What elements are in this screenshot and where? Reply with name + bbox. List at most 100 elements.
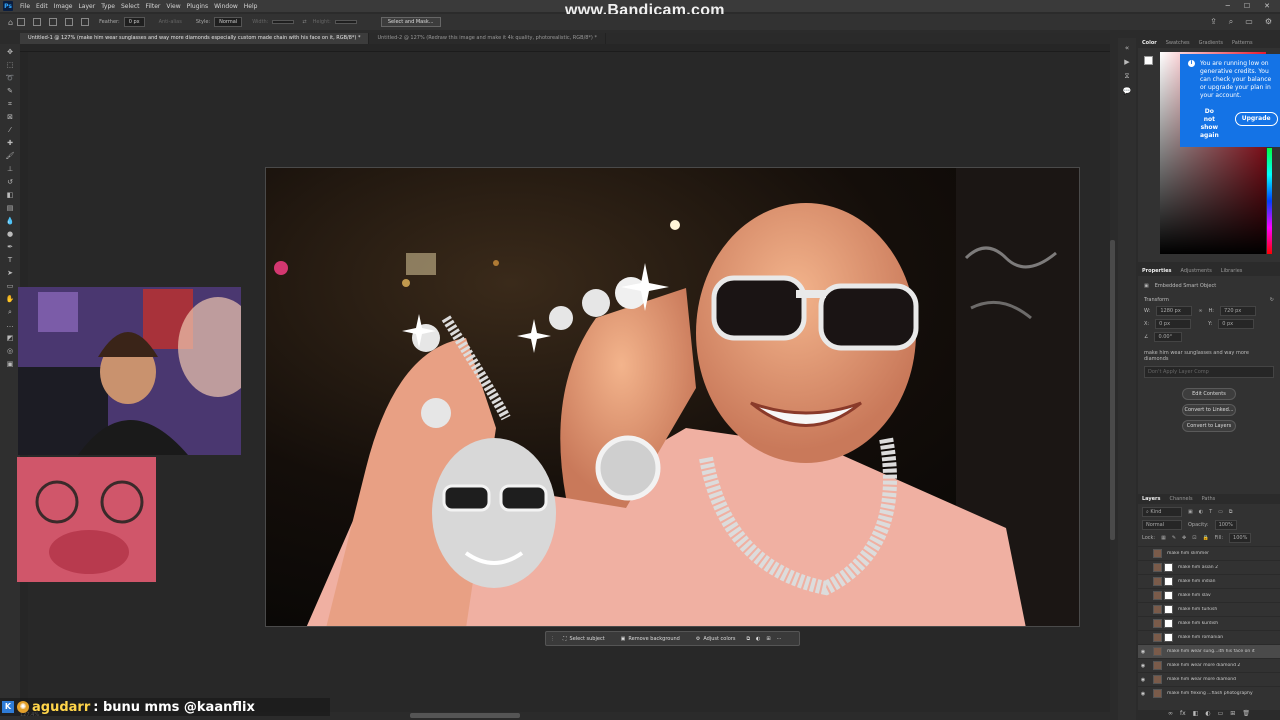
new-selection-icon[interactable] (33, 18, 42, 26)
eye-icon[interactable]: ◉ (1138, 663, 1148, 669)
menu-view[interactable]: View (163, 3, 183, 10)
more-tools-icon[interactable]: … (6, 321, 15, 330)
horizontal-scrollbar[interactable] (410, 713, 520, 718)
eye-icon[interactable]: ◉ (1138, 649, 1148, 655)
maximize-icon[interactable]: ☐ (1244, 2, 1250, 10)
convert-to-linked-button[interactable]: Convert to Linked... (1182, 404, 1236, 416)
adjustment-layer-icon[interactable]: ◐ (1205, 710, 1210, 720)
tab-patterns[interactable]: Patterns (1232, 40, 1253, 46)
style-select[interactable]: Normal (214, 17, 243, 27)
path-select-tool-icon[interactable]: ➤ (6, 269, 15, 278)
add-selection-icon[interactable] (49, 18, 58, 26)
tab-color[interactable]: Color (1142, 40, 1157, 46)
transform-icon[interactable]: ⧉ (743, 636, 753, 642)
workspace-icon[interactable]: ▭ (1245, 17, 1253, 27)
antialias-checkbox[interactable]: Anti-alias (159, 19, 182, 25)
layer-style-icon[interactable]: fx (1180, 710, 1186, 720)
height-field[interactable]: 720 px (1219, 306, 1256, 316)
lock-pixels-icon[interactable]: ▦ (1161, 535, 1166, 541)
tab-channels[interactable]: Channels (1170, 496, 1193, 502)
color-swatches-icon[interactable]: ◩ (6, 334, 15, 343)
menu-edit[interactable]: Edit (33, 3, 51, 10)
settings-icon[interactable]: ⚙ (1265, 17, 1272, 27)
lock-artboard-icon[interactable]: ⊡ (1192, 535, 1196, 541)
width-input[interactable] (272, 20, 295, 24)
delete-layer-icon[interactable]: 🗑 (1242, 710, 1250, 720)
layer-row[interactable]: make him slimmer (1138, 546, 1280, 560)
edit-contents-button[interactable]: Edit Contents (1182, 388, 1236, 400)
tab-libraries[interactable]: Libraries (1221, 268, 1243, 274)
tab-adjustments[interactable]: Adjustments (1180, 268, 1211, 274)
tab-untitled-1[interactable]: Untitled-1 @ 127% (make him wear sunglas… (20, 33, 370, 44)
drag-handle-icon[interactable]: ⋮ (546, 636, 555, 642)
new-layer-icon[interactable]: ⊞ (1230, 710, 1235, 720)
select-subject-button[interactable]: ⛶ Select subject (555, 636, 613, 642)
layer-row[interactable]: make him kurdish (1138, 616, 1280, 630)
lock-paint-icon[interactable]: ✎ (1172, 535, 1176, 541)
home-icon[interactable]: ⌂ (8, 18, 13, 27)
do-not-show-again-link[interactable]: Do not show again (1200, 108, 1219, 140)
menu-filter[interactable]: Filter (143, 3, 164, 10)
link-icon[interactable]: ∞ (1198, 308, 1202, 314)
lock-position-icon[interactable]: ✥ (1182, 535, 1186, 541)
comments-icon[interactable]: 💬 (1123, 87, 1132, 95)
menu-window[interactable]: Window (211, 3, 241, 10)
layer-row[interactable]: make him indian (1138, 574, 1280, 588)
eraser-tool-icon[interactable]: ◧ (6, 191, 15, 200)
blend-mode-select[interactable]: Normal (1142, 520, 1182, 530)
eye-icon[interactable]: ◉ (1138, 677, 1148, 683)
feather-input[interactable]: 0 px (123, 17, 145, 27)
layer-row[interactable]: make him turkish (1138, 602, 1280, 616)
upgrade-button[interactable]: Upgrade (1234, 112, 1278, 126)
layer-row-selected[interactable]: ◉ make him wear sung...ith his face on i… (1138, 644, 1280, 658)
intersect-selection-icon[interactable] (81, 18, 90, 26)
layer-filter-kind[interactable]: ⌕ Kind (1142, 507, 1182, 517)
crop-tool-icon[interactable]: ⌗ (6, 100, 15, 109)
search-icon[interactable]: ⌕ (1229, 17, 1233, 27)
zoom-tool-icon[interactable]: ⌕ (6, 308, 15, 317)
remove-background-button[interactable]: ▣ Remove background (613, 636, 688, 642)
angle-field[interactable]: 0.00° (1154, 332, 1183, 342)
swap-icon[interactable]: ⇄ (302, 19, 306, 25)
link-layers-icon[interactable]: ∞ (1168, 710, 1173, 720)
gradient-tool-icon[interactable]: ▤ (6, 204, 15, 213)
tab-swatches[interactable]: Swatches (1166, 40, 1190, 46)
filter-shape-icon[interactable]: ▭ (1218, 509, 1223, 515)
eyedropper-tool-icon[interactable]: ⁄ (6, 126, 15, 135)
layer-row[interactable]: ◉ make him flexing ...flash photography (1138, 686, 1280, 700)
menu-file[interactable]: File (17, 3, 33, 10)
menu-layer[interactable]: Layer (75, 3, 98, 10)
brush-tool-icon[interactable]: 🖌 (6, 152, 15, 161)
width-field[interactable]: 1280 px (1156, 306, 1193, 316)
subtract-selection-icon[interactable] (65, 18, 74, 26)
menu-help[interactable]: Help (241, 3, 261, 10)
tab-layers[interactable]: Layers (1142, 496, 1161, 502)
layer-comp-select[interactable]: Don't Apply Layer Comp (1144, 366, 1274, 378)
document-image[interactable] (265, 167, 1080, 627)
type-tool-icon[interactable]: T (6, 256, 15, 265)
tab-untitled-2[interactable]: Untitled-2 @ 127% (Redraw this image and… (369, 33, 606, 44)
more-options-icon[interactable]: ⋯ (774, 636, 785, 642)
layer-row[interactable]: make him asian 2 (1138, 560, 1280, 574)
history-icon[interactable]: ⧖ (1125, 72, 1130, 81)
tab-paths[interactable]: Paths (1202, 496, 1216, 502)
reset-transform-icon[interactable]: ↻ (1270, 297, 1274, 303)
marquee-tool-preset-icon[interactable] (17, 18, 26, 26)
expand-panels-icon[interactable]: « (1125, 44, 1129, 52)
minimize-icon[interactable]: ─ (1226, 2, 1230, 10)
hue-slider[interactable] (1267, 148, 1272, 254)
tab-gradients[interactable]: Gradients (1199, 40, 1223, 46)
add-mask-icon[interactable]: ◧ (1193, 710, 1199, 720)
history-brush-icon[interactable]: ↺ (6, 178, 15, 187)
play-actions-icon[interactable]: ▶ (1124, 58, 1129, 66)
marquee-tool-icon[interactable]: ⬚ (6, 61, 15, 70)
frame-tool-icon[interactable]: ⊠ (6, 113, 15, 122)
filter-type-icon[interactable]: T (1209, 509, 1212, 515)
height-input[interactable] (334, 20, 357, 24)
menu-plugins[interactable]: Plugins (184, 3, 212, 10)
hand-tool-icon[interactable]: ✋ (6, 295, 15, 304)
x-field[interactable]: 0 px (1155, 319, 1192, 329)
vertical-scrollbar[interactable] (1110, 240, 1115, 540)
menu-select[interactable]: Select (118, 3, 143, 10)
dodge-tool-icon[interactable]: ● (6, 230, 15, 239)
